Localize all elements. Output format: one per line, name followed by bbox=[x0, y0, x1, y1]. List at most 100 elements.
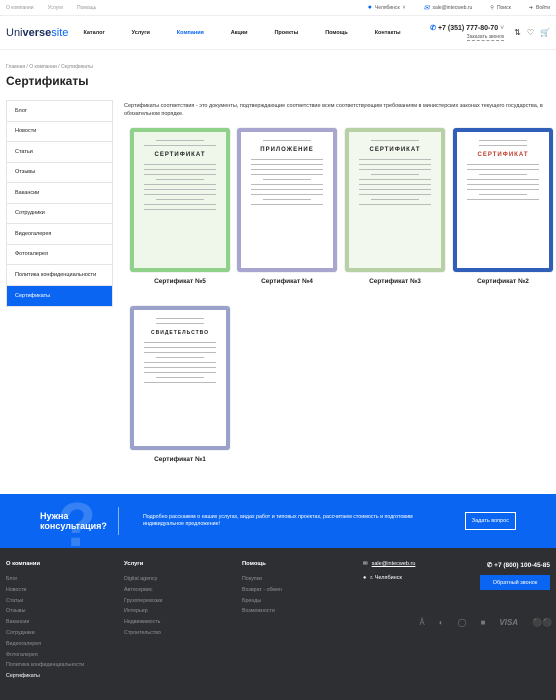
footer-link[interactable]: Возможности bbox=[242, 608, 282, 619]
footer-link[interactable]: Новости bbox=[6, 587, 84, 598]
footer-link[interactable]: Вакансии bbox=[6, 619, 84, 630]
sidebar-item-blog[interactable]: Блог bbox=[7, 101, 112, 122]
location-pin-icon: ● bbox=[367, 4, 372, 11]
ask-question-button[interactable]: Задать вопрос bbox=[464, 512, 516, 530]
footer-link[interactable]: Грузоперевозки bbox=[124, 598, 162, 609]
nav-contacts[interactable]: Контакты bbox=[375, 30, 401, 36]
footer-link[interactable]: Покупки bbox=[242, 576, 282, 587]
login-button[interactable]: ➜ Войти bbox=[529, 5, 550, 11]
callback-link[interactable]: Заказать звонок bbox=[466, 34, 505, 41]
top-link-services[interactable]: Услуги bbox=[48, 5, 63, 11]
footer-link[interactable]: Возврат - обмен bbox=[242, 587, 282, 598]
certificate-caption[interactable]: Сертификат №5 bbox=[130, 278, 230, 285]
sidebar-item-staff[interactable]: Сотрудники bbox=[7, 204, 112, 224]
footer-link[interactable]: Автосервис bbox=[124, 587, 162, 598]
footer-link[interactable]: Недвижимость bbox=[124, 619, 162, 630]
footer-link[interactable]: Фотогалерея bbox=[6, 652, 84, 663]
footer-heading[interactable]: Услуги bbox=[124, 561, 162, 567]
footer-link[interactable]: Бренды bbox=[242, 598, 282, 609]
header-phone[interactable]: ✆ +7 (351) 777-80-70 ˅ bbox=[430, 24, 504, 32]
footer-link[interactable]: Digital agency bbox=[124, 576, 162, 587]
footer-link[interactable]: Строительство bbox=[124, 630, 162, 641]
callback-button[interactable]: Обратный звонок bbox=[480, 575, 550, 590]
phone-icon: ✆ bbox=[486, 562, 493, 569]
top-link-company[interactable]: О компании bbox=[6, 5, 34, 11]
location-pin-icon: ● bbox=[363, 575, 367, 581]
footer-company-column: О компании Блог Новости Статьи Отзывы Ва… bbox=[6, 561, 84, 684]
footer-link[interactable]: Блог bbox=[6, 576, 84, 587]
footer-phone-number: +7 (800) 100-45-85 bbox=[494, 562, 550, 569]
cart-icon[interactable]: 🛒 bbox=[540, 28, 550, 37]
certificate-caption[interactable]: Сертификат №3 bbox=[345, 278, 445, 285]
sidebar-item-articles[interactable]: Статьи bbox=[7, 142, 112, 163]
chevron-down-icon: ˅ bbox=[402, 4, 406, 11]
chevron-down-icon: ˅ bbox=[500, 25, 505, 32]
certificate-heading: СВИДЕТЕЛЬСТВО bbox=[151, 330, 209, 336]
certificate-card[interactable]: СЕРТИФИКАТ Сертификат №3 bbox=[345, 128, 445, 285]
top-email[interactable]: ✉ sale@intecweb.ru bbox=[424, 4, 473, 12]
sidebar-item-privacy[interactable]: Политика конфиденциальности bbox=[7, 265, 112, 286]
footer-email[interactable]: sale@intecweb.ru bbox=[372, 561, 416, 567]
certificate-caption[interactable]: Сертификат №2 bbox=[453, 278, 553, 285]
footer-link[interactable]: Сертификаты bbox=[6, 673, 84, 684]
nav-projects[interactable]: Проекты bbox=[274, 30, 298, 36]
sidebar-item-news[interactable]: Новости bbox=[7, 122, 112, 142]
footer-contacts: ✉ sale@intecweb.ru ● г. Челябинск bbox=[363, 561, 415, 589]
city-label: Челябинск bbox=[374, 4, 400, 11]
nav-promotions[interactable]: Акции bbox=[231, 30, 248, 36]
mastercard-icon: ⚫⚫ bbox=[532, 618, 552, 627]
visa-icon: VISA bbox=[499, 618, 519, 627]
nav-company[interactable]: Компания bbox=[177, 30, 204, 36]
footer-help-column: Помощь Покупки Возврат - обмен Бренды Во… bbox=[242, 561, 282, 619]
sidebar-item-video[interactable]: Видеогалерея bbox=[7, 224, 112, 245]
consultation-banner: ? Нужна консультация? Подробно расскажем… bbox=[0, 491, 556, 560]
certificate-caption[interactable]: Сертификат №4 bbox=[237, 278, 337, 285]
city-selector[interactable]: ● Челябинск ˅ bbox=[368, 4, 406, 11]
nav-catalog[interactable]: Каталог bbox=[83, 30, 104, 36]
logo-part-1: Uni bbox=[6, 26, 23, 39]
footer-heading[interactable]: Помощь bbox=[242, 561, 282, 567]
sidebar-item-photo[interactable]: Фотогалерея bbox=[7, 245, 112, 265]
footer-heading[interactable]: О компании bbox=[6, 561, 84, 567]
certificate-card[interactable]: ПРИЛОЖЕНИЕ Сертификат №4 bbox=[237, 128, 337, 285]
top-link-help[interactable]: Помощь bbox=[77, 5, 96, 11]
sidebar-item-vacancies[interactable]: Вакансии bbox=[7, 183, 112, 204]
intro-text: Сертификаты соответствия - это документы… bbox=[124, 103, 543, 117]
footer-link[interactable]: Статьи bbox=[6, 598, 84, 609]
footer-link[interactable]: Видеогалерея bbox=[6, 641, 84, 652]
certificate-card[interactable]: СЕРТИФИКАТ Сертификат №5 bbox=[130, 128, 230, 285]
sidebar-item-certificates[interactable]: Сертификаты bbox=[7, 285, 112, 306]
search-icon: ⚲ bbox=[490, 4, 494, 11]
certificate-image[interactable]: СЕРТИФИКАТ bbox=[453, 128, 553, 272]
login-label: Войти bbox=[536, 4, 550, 11]
certificate-image[interactable]: СВИДЕТЕЛЬСТВО bbox=[130, 306, 230, 450]
main-nav: Каталог Услуги Компания Акции Проекты По… bbox=[70, 30, 414, 36]
nav-services[interactable]: Услуги bbox=[132, 30, 150, 36]
compare-icon[interactable]: ⇅ bbox=[514, 28, 521, 37]
search-label: Поиск bbox=[496, 4, 511, 11]
nav-help[interactable]: Помощь bbox=[325, 30, 348, 36]
favorite-icon[interactable]: ♡ bbox=[527, 28, 534, 37]
footer-link[interactable]: Политика конфиденциальности bbox=[6, 662, 84, 673]
certificate-heading: СЕРТИФИКАТ bbox=[369, 147, 421, 153]
certificate-card[interactable]: СЕРТИФИКАТ Сертификат №2 bbox=[453, 128, 553, 285]
certificate-card[interactable]: СВИДЕТЕЛЬСТВО Сертификат №1 bbox=[130, 306, 230, 463]
certificate-image[interactable]: СЕРТИФИКАТ bbox=[345, 128, 445, 272]
certificate-image[interactable]: СЕРТИФИКАТ bbox=[130, 128, 230, 272]
certificate-image[interactable]: ПРИЛОЖЕНИЕ bbox=[237, 128, 337, 272]
logo-part-2: verse bbox=[22, 26, 52, 39]
footer-link[interactable]: Интерьер bbox=[124, 608, 162, 619]
footer-phone-block: ✆ +7 (800) 100-45-85 Обратный звонок bbox=[480, 561, 550, 590]
search-button[interactable]: ⚲ Поиск bbox=[490, 5, 511, 11]
header-icons: ⇅ ♡ 🛒 bbox=[514, 28, 550, 37]
footer-phone[interactable]: ✆ +7 (800) 100-45-85 bbox=[480, 561, 550, 569]
email-label: sale@intecweb.ru bbox=[432, 4, 473, 11]
qiwi-icon: ◯ bbox=[457, 618, 467, 627]
breadcrumb[interactable]: Главная / О компании / Сертификаты bbox=[0, 50, 556, 70]
footer-link[interactable]: Отзывы bbox=[6, 608, 84, 619]
footer-link[interactable]: Сотрудники bbox=[6, 630, 84, 641]
site-logo[interactable]: Universesite bbox=[6, 27, 70, 39]
sidebar-item-reviews[interactable]: Отзывы bbox=[7, 163, 112, 183]
consultation-text: Подробно расскажем о наших услугах, вида… bbox=[143, 514, 413, 527]
certificate-caption[interactable]: Сертификат №1 bbox=[130, 456, 230, 463]
